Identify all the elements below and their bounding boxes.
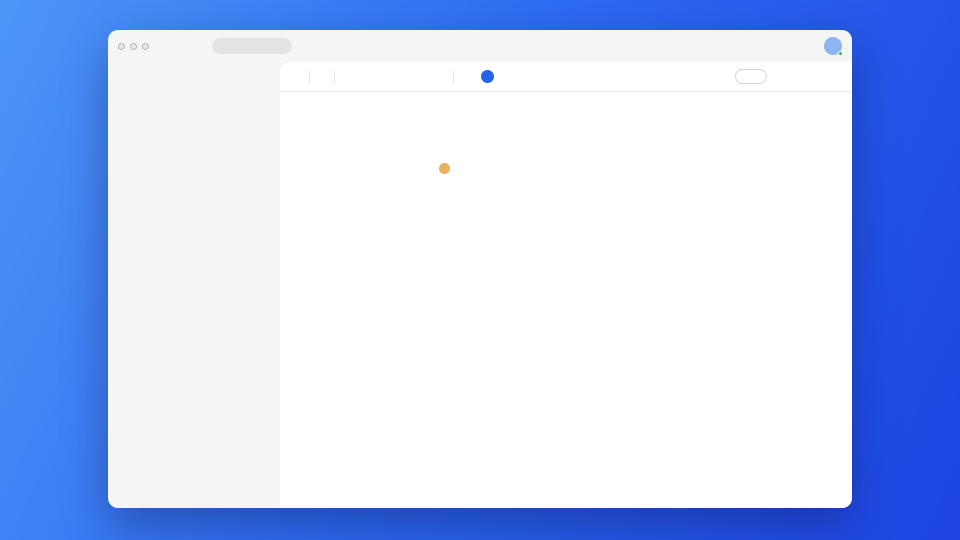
add-page-button[interactable] xyxy=(120,458,268,477)
comment-icon[interactable] xyxy=(462,71,473,82)
divider xyxy=(334,70,335,83)
nav-back-icon[interactable] xyxy=(170,42,178,50)
divider xyxy=(453,70,454,83)
chat-icon[interactable] xyxy=(797,71,809,83)
sidebar xyxy=(108,62,280,508)
notifications-icon[interactable] xyxy=(758,41,769,52)
add-page-chevron-icon[interactable] xyxy=(259,463,268,472)
titlebar xyxy=(108,30,852,62)
editor-icon xyxy=(466,165,474,173)
doc-byline xyxy=(439,163,822,174)
doc-toolbar xyxy=(280,62,852,92)
back-icon[interactable] xyxy=(119,73,128,82)
text-color-dropdown[interactable] xyxy=(375,74,383,80)
share-button[interactable] xyxy=(735,69,767,84)
doc-outline-panel xyxy=(280,92,432,508)
align-icon xyxy=(426,71,437,82)
doc-content[interactable] xyxy=(432,92,852,508)
divider xyxy=(309,70,310,83)
window-close-button[interactable] xyxy=(118,42,125,50)
chevron-down-icon xyxy=(439,74,445,80)
deleted-page-icon xyxy=(120,482,129,491)
window-zoom-button[interactable] xyxy=(142,42,149,50)
sidebar-collapse-icon[interactable] xyxy=(260,73,269,82)
user-avatar[interactable] xyxy=(824,37,843,56)
side-panel-icon[interactable] xyxy=(780,41,791,52)
search-icon xyxy=(218,43,225,50)
nav-forward-icon[interactable] xyxy=(190,42,198,50)
window-controls xyxy=(118,42,149,50)
collapse-toolbar-icon[interactable] xyxy=(502,71,513,82)
insert-block-button[interactable] xyxy=(481,70,494,83)
ai-companion-icon[interactable] xyxy=(802,41,813,52)
profile-icon[interactable] xyxy=(736,41,747,52)
app-window xyxy=(108,30,852,508)
desktop-background: { "titlebar": { "logo_top": "zoom", "log… xyxy=(0,0,960,540)
link-icon[interactable] xyxy=(391,71,402,82)
window-minimize-button[interactable] xyxy=(130,42,137,50)
lock-icon xyxy=(745,73,753,81)
doc-page-icon xyxy=(439,111,464,140)
outline-collapse-icon[interactable] xyxy=(297,192,306,201)
align-dropdown[interactable] xyxy=(426,71,445,82)
status-online-dot xyxy=(838,51,843,56)
page-tree xyxy=(108,92,280,454)
text-style-dropdown[interactable] xyxy=(318,74,326,80)
doc-surface xyxy=(280,62,852,508)
global-search-input[interactable] xyxy=(212,38,292,54)
sidebar-search-icon[interactable] xyxy=(246,73,255,82)
video-call-icon[interactable] xyxy=(776,71,788,83)
show-deleted-pages-button[interactable] xyxy=(120,477,268,496)
author-avatar xyxy=(439,165,450,174)
chevron-down-icon xyxy=(377,74,383,80)
language-icon[interactable] xyxy=(818,71,830,83)
hub-pencil-icon xyxy=(133,72,144,83)
avatar-silhouette-icon xyxy=(824,37,835,48)
chevron-down-icon xyxy=(320,74,326,80)
